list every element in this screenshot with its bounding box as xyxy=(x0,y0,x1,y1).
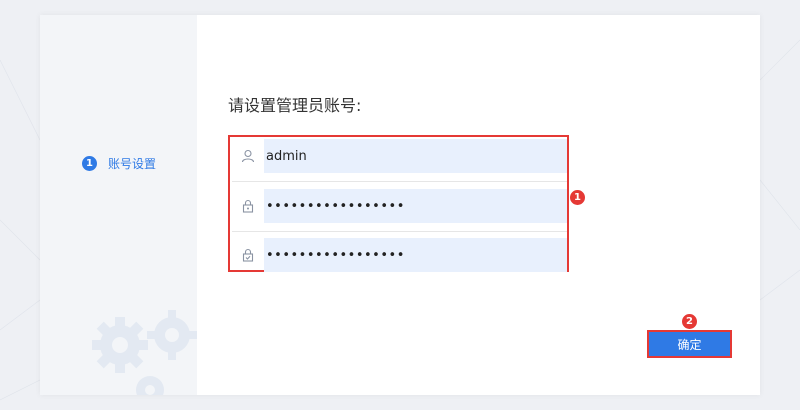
divider xyxy=(232,231,567,232)
confirm-password-input[interactable]: ••••••••••••••••• xyxy=(264,238,567,272)
page-title: 请设置管理员账号: xyxy=(228,96,362,115)
confirm-password-field: ••••••••••••••••• xyxy=(232,238,567,272)
lock-icon xyxy=(232,189,264,223)
steps-sidebar: 1 账号设置 xyxy=(40,15,197,395)
step-account-settings: 1 账号设置 xyxy=(82,155,156,172)
confirm-button[interactable]: 确定 xyxy=(649,332,730,356)
setup-card: 1 账号设置 请设置管理员账号: admin •••••••••••••••••… xyxy=(40,15,760,395)
username-input[interactable]: admin xyxy=(264,139,567,173)
user-icon xyxy=(232,139,264,173)
lock-check-icon xyxy=(232,238,264,272)
step-label: 账号设置 xyxy=(108,157,157,171)
annotation-marker: 1 xyxy=(570,190,585,205)
gears-decoration-icon xyxy=(92,310,197,395)
password-input[interactable]: ••••••••••••••••• xyxy=(264,189,567,223)
annotation-marker: 2 xyxy=(682,314,697,329)
divider xyxy=(232,181,567,182)
admin-account-form: admin ••••••••••••••••• ••••••••••••••••… xyxy=(228,135,569,272)
username-field: admin xyxy=(232,139,567,173)
step-number: 1 xyxy=(82,156,97,171)
password-field: ••••••••••••••••• xyxy=(232,189,567,223)
confirm-button-highlight: 确定 xyxy=(647,330,732,358)
